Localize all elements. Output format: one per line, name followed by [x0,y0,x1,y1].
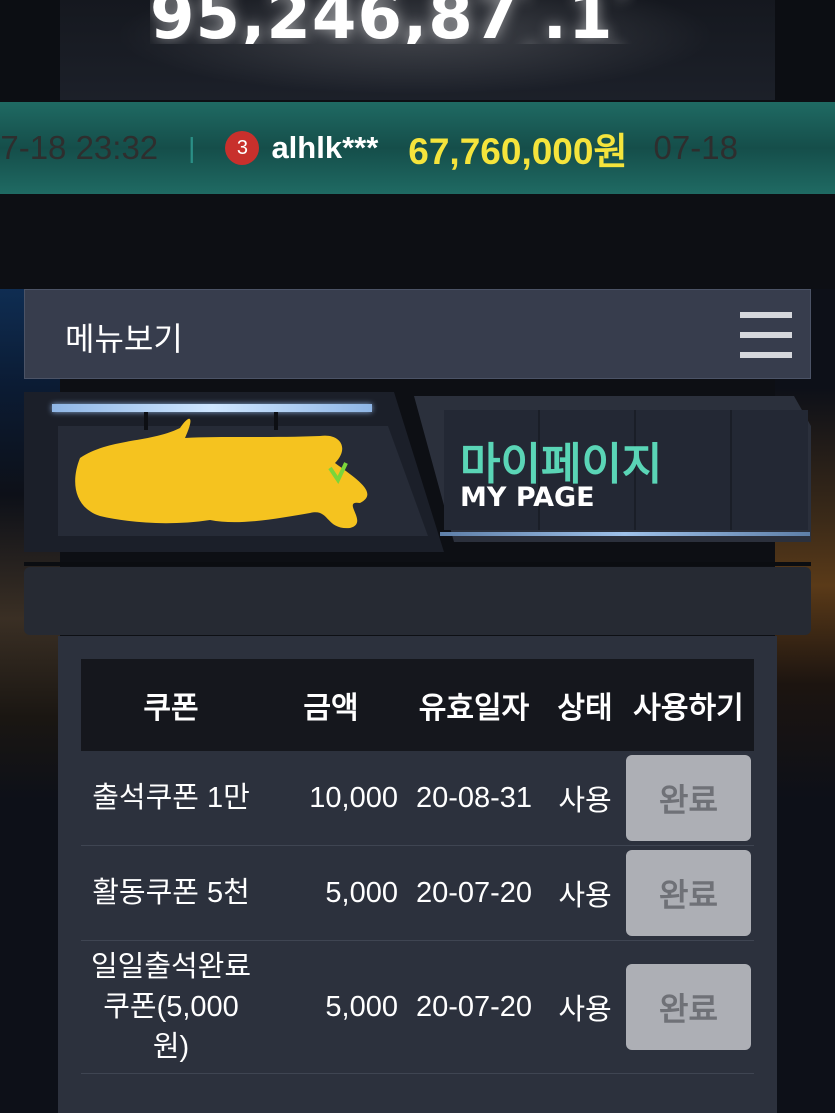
coupon-status: 사용 [558,994,612,1026]
done-button[interactable]: 완료 [626,964,751,1050]
page-subtitle: MY PAGE [460,482,595,513]
rank-badge: 3 [225,131,260,165]
coupon-expiry: 20-07-20 [415,876,533,909]
coupon-name: 일일출석완료 쿠폰(5,000 원) [81,941,261,1073]
coupon-amount: 10,000 [309,781,398,814]
coupon-expiry: 20-07-20 [415,990,533,1023]
coupon-status: 사용 [558,785,612,817]
table-row: 출석쿠폰 1만 10,000 20-08-31 사용 완료 [81,751,754,846]
title-underline [440,532,810,536]
header-status: 상태 [557,692,613,725]
table-row: 활동쿠폰 5천 5,000 20-07-20 사용 완료 [81,846,754,941]
jackpot-frame-right [775,0,835,100]
coupon-name: 활동쿠폰 5천 [92,877,250,909]
coupon-status: 사용 [558,880,612,912]
ticker-amount: 67,760,000원 [408,131,628,172]
hamburger-menu-icon[interactable] [740,312,792,358]
ticker-next-date: 07-18 [653,129,738,166]
coupon-amount: 5,000 [325,876,398,909]
coupon-name-line: 일일출석완료 [90,951,252,983]
header-amount: 금액 [303,692,359,725]
coupon-table-header: 쿠폰 금액 유효일자 상태 사용하기 [81,659,754,751]
ticker-separator: | [188,132,196,163]
coupon-name-line: 원) [152,1031,190,1063]
jackpot-frame-left [0,0,60,100]
redaction-scribble [75,418,368,529]
winner-ticker: 07-18 23:32 | 3 alhlk*** 67,760,000원 07-… [0,102,835,194]
table-row: 일일출석완료 쿠폰(5,000 원) 5,000 20-07-20 사용 완료 [81,941,754,1074]
coupon-expiry: 20-08-31 [415,781,533,814]
section-bar [24,567,811,635]
ticker-user: alhlk*** [271,130,379,165]
header-use: 사용하기 [633,692,744,725]
coupon-name-line: 쿠폰(5,000 [103,991,239,1023]
header-expiry: 유효일자 [418,692,530,725]
dark-spacer [0,194,835,289]
coupon-name: 출석쿠폰 1만 [92,782,250,814]
menu-bar[interactable]: 메뉴보기 [24,289,811,379]
header-coupon: 쿠폰 [143,692,199,725]
jackpot-banner: 95,246,87 ̗̀.1 ̖́ [0,0,835,100]
coupon-amount: 5,000 [325,990,398,1023]
ticker-prev-date: 07-18 23:32 [0,129,159,166]
section-divider [24,562,811,566]
done-button[interactable]: 완료 [626,755,751,841]
menu-label: 메뉴보기 [65,320,183,358]
done-button[interactable]: 완료 [626,850,751,936]
